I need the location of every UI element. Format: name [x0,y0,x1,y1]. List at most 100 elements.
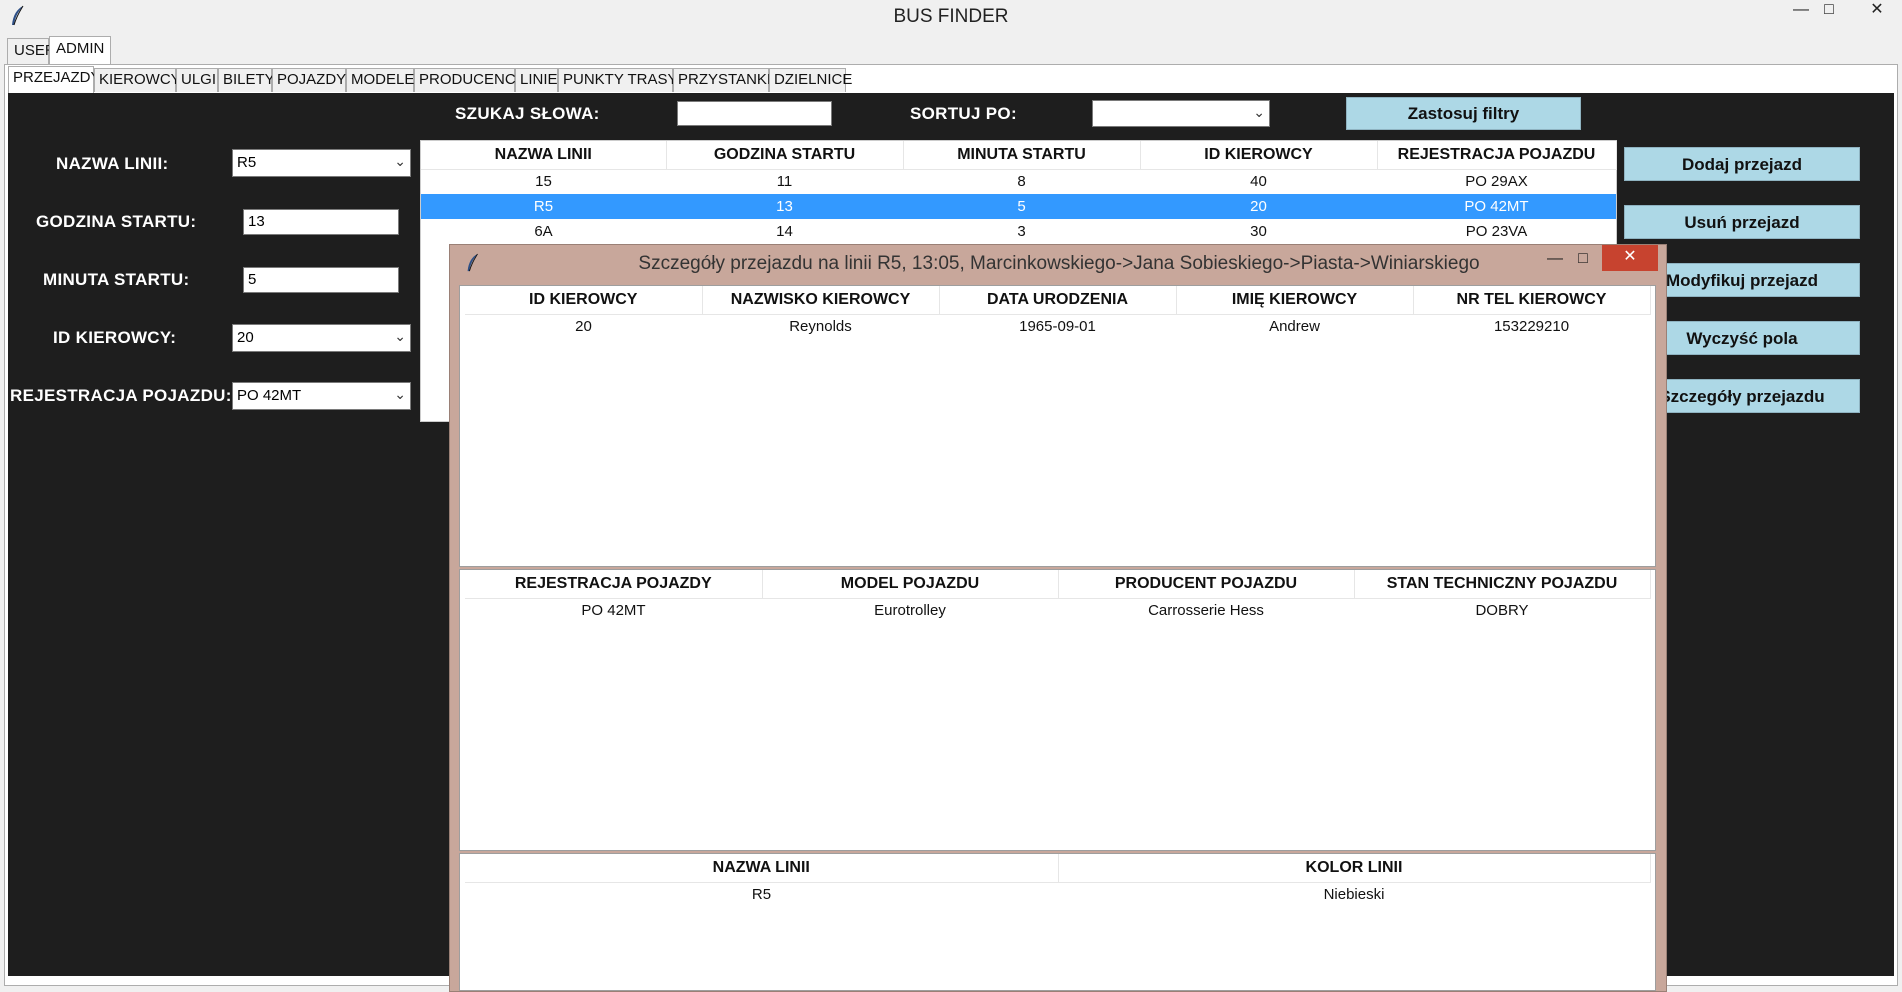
table-cell: Andrew [1269,318,1320,336]
window-titlebar: BUS FINDER — □ ✕ [0,0,1902,34]
column-header[interactable]: ID KIEROWCY [1140,141,1378,170]
dialog-minimize-button[interactable]: — [1542,248,1568,274]
close-button[interactable]: ✕ [1855,0,1899,22]
tab-admin[interactable]: ADMIN [49,36,111,64]
vehicle-table[interactable]: REJESTRACJA POJAZDY MODEL POJAZDU PRODUC… [459,569,1656,851]
window-title: BUS FINDER [893,6,1009,27]
start-minute-label: MINUTA STARTU: [43,270,190,289]
tab-kierowcy[interactable]: KIEROWCY [94,68,181,92]
delete-ride-button[interactable]: Usuń przejazd [1624,205,1860,239]
driver-id-value: 20 [237,329,254,346]
table-cell: R5 [751,886,772,904]
table-header-row: NAZWA LINII GODZINA STARTU MINUTA STARTU… [421,141,1617,170]
tab-producenci[interactable]: PRODUCENCI [414,68,520,92]
add-ride-button[interactable]: Dodaj przejazd [1624,147,1860,181]
table-cell: 1965-09-01 [1019,318,1096,336]
vehicle-reg-select[interactable]: PO 42MT ⌄ [232,382,411,410]
column-header[interactable]: PRODUCENT POJAZDU [1058,570,1355,599]
tab-ulgi[interactable]: ULGI [176,68,218,92]
table-cell: 3 [1017,223,1026,240]
search-label: SZUKAJ SŁOWA: [455,104,600,123]
tab-modele[interactable]: MODELE [346,68,414,92]
apply-filters-button[interactable]: Zastosuj filtry [1346,97,1581,130]
column-header[interactable]: NAZWA LINII [421,141,667,170]
driver-id-label: ID KIEROWCY: [53,328,177,347]
tab-punkty-trasy[interactable]: PUNKTY TRASY [558,68,677,92]
line-table[interactable]: NAZWA LINII KOLOR LINII R5 Niebieski [459,853,1656,991]
driver-id-select[interactable]: 20 ⌄ [232,324,411,352]
table-row[interactable]: R5 Niebieski [465,882,1650,907]
column-header[interactable]: ID KIEROWCY [465,286,703,315]
table-cell: 6A [534,223,553,240]
table-cell: PO 42MT [1377,194,1616,219]
tab-przystanki[interactable]: PRZYSTANKI [673,68,771,92]
dialog-maximize-button[interactable]: □ [1570,248,1596,274]
table-cell: 20 [1140,194,1377,219]
vehicle-reg-value: PO 42MT [237,387,302,404]
vehicle-reg-label: REJESTRACJA POJAZDU: [10,386,232,405]
dialog-close-button[interactable]: ✕ [1602,245,1658,271]
column-header[interactable]: GODZINA STARTU [666,141,904,170]
table-cell: 15 [535,173,552,191]
sort-select[interactable]: ⌄ [1092,100,1270,127]
line-name-value: R5 [237,154,257,171]
column-header[interactable]: NAZWISKO KIEROWCY [702,286,940,315]
sort-label: SORTUJ PO: [910,104,1017,123]
table-row[interactable]: 15 11 8 40 PO 29AX [421,169,1616,194]
table-cell: 14 [776,223,793,240]
line-name-label: NAZWA LINII: [56,154,169,173]
table-header-row: REJESTRACJA POJAZDY MODEL POJAZDU PRODUC… [465,570,1651,599]
table-row[interactable]: 20 Reynolds 1965-09-01 Andrew 153229210 [465,314,1650,339]
table-cell: PO 42MT [581,602,646,620]
start-minute-input[interactable]: 5 [243,267,399,293]
search-input[interactable] [677,101,832,126]
column-header[interactable]: REJESTRACJA POJAZDU [1377,141,1617,170]
table-cell: PO 29AX [1465,173,1528,191]
tab-user[interactable]: USER [7,38,56,64]
table-cell: PO 23VA [1465,223,1528,240]
start-hour-label: GODZINA STARTU: [36,212,197,231]
table-cell: R5 [421,194,666,219]
table-header-row: NAZWA LINII KOLOR LINII [465,854,1651,883]
tab-dzielnice[interactable]: DZIELNICE [769,68,852,92]
table-cell: 13 [666,194,903,219]
chevron-down-icon: ⌄ [394,386,406,402]
table-row[interactable]: PO 42MT Eurotrolley Carrosserie Hess DOB… [465,598,1650,623]
column-header[interactable]: STAN TECHNICZNY POJAZDU [1354,570,1651,599]
column-header[interactable]: MODEL POJAZDU [762,570,1059,599]
driver-table[interactable]: ID KIEROWCY NAZWISKO KIEROWCY DATA URODZ… [459,285,1656,567]
table-cell: 11 [776,173,793,191]
table-cell: 20 [575,318,592,336]
table-cell: 153229210 [1493,318,1570,336]
table-cell: DOBRY [1475,602,1529,620]
column-header[interactable]: REJESTRACJA POJAZDY [465,570,763,599]
column-header[interactable]: DATA URODZENIA [939,286,1177,315]
column-header[interactable]: NR TEL KIEROWCY [1413,286,1651,315]
table-cell: 40 [1250,173,1267,191]
line-name-select[interactable]: R5 ⌄ [232,149,411,177]
table-row-selected[interactable]: R5 13 5 20 PO 42MT [421,194,1616,219]
table-cell: 30 [1250,223,1267,240]
tab-linie[interactable]: LINIE [515,68,558,92]
column-header[interactable]: IMIĘ KIEROWCY [1176,286,1414,315]
maximize-button[interactable]: □ [1807,0,1851,22]
column-header[interactable]: NAZWA LINII [465,854,1059,883]
tab-bilety[interactable]: BILETY [218,68,275,92]
table-row[interactable]: 6A 14 3 30 PO 23VA [421,219,1616,244]
tab-przejazdy[interactable]: PRZEJAZDY [8,66,101,93]
column-header[interactable]: MINUTA STARTU [903,141,1141,170]
column-header[interactable]: KOLOR LINII [1058,854,1651,883]
table-cell: Niebieski [1323,886,1385,904]
chevron-down-icon: ⌄ [394,328,406,344]
dialog-title: Szczegóły przejazdu na linii R5, 13:05, … [638,253,1480,274]
table-header-row: ID KIEROWCY NAZWISKO KIEROWCY DATA URODZ… [465,286,1651,315]
table-cell: Reynolds [789,318,852,336]
table-cell: 8 [1017,173,1026,191]
table-cell: Carrosserie Hess [1148,602,1264,620]
start-hour-input[interactable]: 13 [243,209,399,235]
chevron-down-icon: ⌄ [1253,104,1265,120]
table-cell: Eurotrolley [874,602,946,620]
chevron-down-icon: ⌄ [394,153,406,169]
table-cell: 5 [903,194,1140,219]
tab-pojazdy[interactable]: POJAZDY [272,68,346,92]
